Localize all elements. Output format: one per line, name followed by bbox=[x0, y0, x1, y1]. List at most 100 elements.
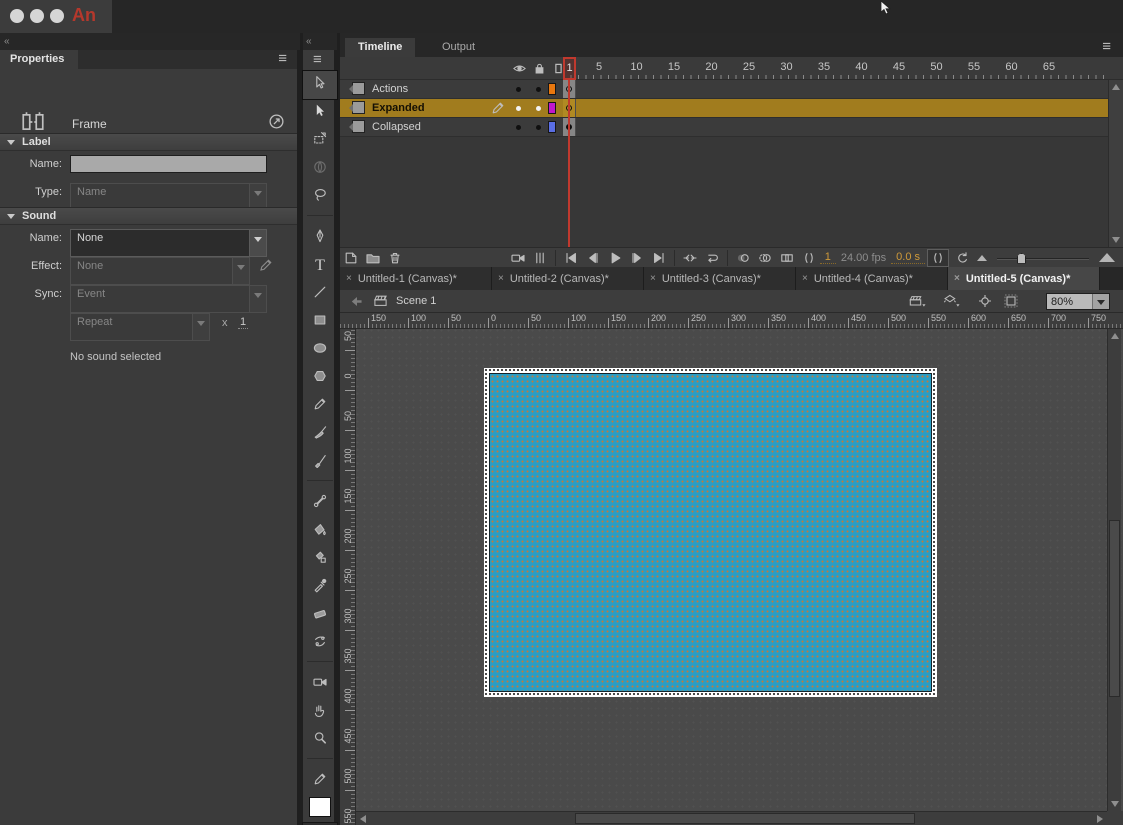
edit-scene-button[interactable] bbox=[908, 293, 927, 312]
classic-brush-tool[interactable] bbox=[303, 448, 337, 476]
document-tab-2[interactable]: ×Untitled-2 (Canvas)* bbox=[492, 267, 644, 290]
onion-skin-button[interactable] bbox=[732, 249, 754, 267]
tab-output[interactable]: Output bbox=[429, 38, 488, 57]
step-back-button[interactable] bbox=[582, 249, 604, 267]
step-forward-button[interactable] bbox=[626, 249, 648, 267]
layer-lock-dot[interactable] bbox=[536, 87, 541, 92]
paint-brush-tool[interactable] bbox=[303, 420, 337, 448]
stage-zoom-select[interactable]: 80% bbox=[1046, 293, 1110, 310]
close-icon[interactable]: × bbox=[650, 273, 656, 284]
toolbar-menu-icon[interactable]: ≡ bbox=[313, 55, 322, 65]
add-camera-button[interactable] bbox=[507, 249, 529, 267]
paint-bucket-tool[interactable] bbox=[303, 517, 337, 545]
center-frame-button[interactable] bbox=[679, 249, 701, 267]
edit-symbols-button[interactable] bbox=[942, 293, 961, 312]
elapsed-time-value[interactable]: 0.0 s bbox=[891, 251, 925, 264]
layer-name[interactable]: Actions bbox=[372, 83, 408, 95]
loop-button[interactable] bbox=[701, 249, 723, 267]
hand-tool[interactable] bbox=[303, 698, 337, 726]
text-tool[interactable]: T bbox=[303, 252, 337, 280]
repeat-count-value[interactable]: 1 bbox=[238, 316, 248, 329]
ink-bottle-tool[interactable] bbox=[303, 545, 337, 573]
layer-depth-button[interactable] bbox=[529, 249, 551, 267]
pen-tool[interactable] bbox=[303, 224, 337, 252]
go-to-last-frame-button[interactable] bbox=[648, 249, 670, 267]
marker-range-button[interactable] bbox=[927, 249, 949, 267]
onion-skin-outlines-button[interactable] bbox=[754, 249, 776, 267]
layer-name[interactable]: Expanded bbox=[372, 102, 425, 114]
document-tab-5[interactable]: ×Untitled-5 (Canvas)* bbox=[948, 267, 1100, 290]
panel-menu-icon[interactable]: ≡ bbox=[278, 54, 287, 64]
line-tool[interactable] bbox=[303, 280, 337, 308]
sound-section-header[interactable]: Sound bbox=[0, 207, 297, 225]
document-tab-3[interactable]: ×Untitled-3 (Canvas)* bbox=[644, 267, 796, 290]
eraser-tool[interactable] bbox=[303, 601, 337, 629]
lasso-tool[interactable] bbox=[303, 183, 337, 211]
go-to-first-frame-button[interactable] bbox=[560, 249, 582, 267]
collapse-panel-icon[interactable]: « bbox=[4, 34, 10, 50]
vertical-scroll-thumb[interactable] bbox=[1109, 520, 1120, 697]
oval-tool[interactable] bbox=[303, 336, 337, 364]
layer-outline-color-swatch[interactable] bbox=[548, 83, 556, 95]
layer-visibility-dot[interactable] bbox=[516, 106, 521, 111]
play-button[interactable] bbox=[604, 249, 626, 267]
current-frame-field[interactable]: 1 bbox=[820, 251, 836, 264]
bone-tool[interactable] bbox=[303, 489, 337, 517]
center-stage-button[interactable] bbox=[977, 293, 993, 312]
eyedropper-tool[interactable] bbox=[303, 573, 337, 601]
lock-all-layers-icon[interactable] bbox=[532, 61, 547, 79]
horizontal-scroll-thumb[interactable] bbox=[575, 813, 915, 824]
scroll-left-icon[interactable] bbox=[360, 815, 366, 823]
subselection-tool[interactable] bbox=[303, 99, 337, 127]
close-icon[interactable]: × bbox=[346, 273, 352, 284]
frame-rate-value[interactable]: 24.00 fps bbox=[836, 252, 891, 264]
scroll-down-icon[interactable] bbox=[1112, 237, 1120, 243]
stroke-color-swatch[interactable] bbox=[309, 797, 331, 817]
layer-row-collapsed[interactable]: Collapsed bbox=[340, 118, 1108, 137]
layer-lock-dot[interactable] bbox=[536, 125, 541, 130]
zoom-window-button[interactable] bbox=[50, 9, 64, 23]
document-tab-1[interactable]: ×Untitled-1 (Canvas)* bbox=[340, 267, 492, 290]
polystar-tool[interactable] bbox=[303, 364, 337, 392]
timeline-zoom-out-icon[interactable] bbox=[977, 255, 987, 261]
timeline-zoom-in-icon[interactable] bbox=[1099, 253, 1115, 262]
timeline-vertical-scrollbar[interactable] bbox=[1108, 80, 1123, 247]
modify-markers-button[interactable] bbox=[798, 249, 820, 267]
scroll-right-icon[interactable] bbox=[1097, 815, 1103, 823]
layer-row-actions[interactable]: Actions bbox=[340, 80, 1108, 99]
asset-warp-tool[interactable] bbox=[303, 629, 337, 657]
new-folder-button[interactable] bbox=[362, 249, 384, 267]
close-icon[interactable]: × bbox=[802, 273, 808, 284]
layer-outline-color-swatch[interactable] bbox=[548, 121, 556, 133]
timeline-menu-icon[interactable]: ≡ bbox=[1102, 42, 1111, 52]
playhead-frame-indicator[interactable]: 1 bbox=[563, 57, 576, 80]
document-tab-4[interactable]: ×Untitled-4 (Canvas)* bbox=[796, 267, 948, 290]
layer-row-expanded[interactable]: Expanded bbox=[340, 99, 1108, 118]
selected-rectangle-fill[interactable] bbox=[489, 373, 932, 692]
back-arrow-icon[interactable] bbox=[350, 295, 364, 311]
stage-selection-border[interactable] bbox=[484, 368, 937, 697]
rectangle-tool[interactable] bbox=[303, 308, 337, 336]
playhead-line[interactable] bbox=[568, 80, 570, 247]
delete-layer-button[interactable] bbox=[384, 249, 406, 267]
scroll-up-icon[interactable] bbox=[1112, 84, 1120, 90]
minimize-window-button[interactable] bbox=[30, 9, 44, 23]
layer-name[interactable]: Collapsed bbox=[372, 121, 421, 133]
close-icon[interactable]: × bbox=[954, 273, 960, 284]
pencil-tool[interactable] bbox=[303, 392, 337, 420]
close-icon[interactable]: × bbox=[498, 273, 504, 284]
selection-tool[interactable] bbox=[303, 71, 337, 99]
stage-pasteboard[interactable]: 1501005005010015020025030035040045050055… bbox=[340, 313, 1123, 825]
show-hide-all-layers-eye-icon[interactable] bbox=[512, 61, 527, 79]
edit-effect-pencil-icon[interactable] bbox=[258, 258, 273, 276]
timeline-zoom-slider[interactable] bbox=[997, 250, 1089, 266]
reset-timeline-zoom-button[interactable] bbox=[951, 249, 973, 267]
label-name-input[interactable] bbox=[70, 155, 267, 173]
free-transform-tool[interactable] bbox=[303, 127, 337, 155]
frame-number-ruler[interactable]: 5101520253035404550556065 bbox=[563, 57, 1108, 80]
layer-outline-color-swatch[interactable] bbox=[548, 102, 556, 114]
clip-content-button[interactable] bbox=[1003, 293, 1019, 312]
layer-visibility-dot[interactable] bbox=[516, 87, 521, 92]
layer-lock-dot[interactable] bbox=[536, 106, 541, 111]
zoom-tool[interactable] bbox=[303, 726, 337, 754]
